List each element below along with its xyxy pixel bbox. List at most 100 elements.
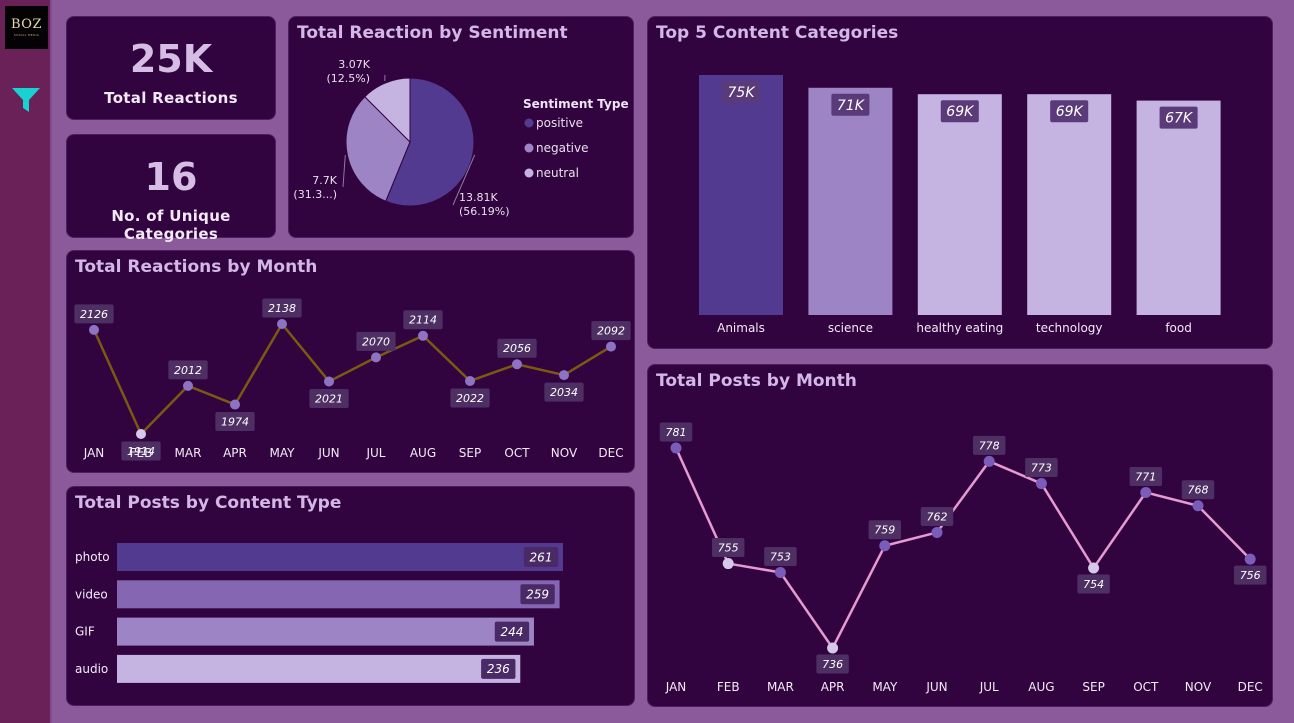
reactions-month-label-5: JUN <box>317 446 339 460</box>
reactions-month-label-3: APR <box>223 446 247 460</box>
reactions-month-label-8: SEP <box>459 446 481 460</box>
posts-month-label-10: NOV <box>1185 680 1212 694</box>
hbar-category-label-1: video <box>75 587 108 601</box>
reactions-value-label-9: 2056 <box>503 342 531 355</box>
reactions-month-label-0: JAN <box>83 446 105 460</box>
posts-value-label-6: 778 <box>979 439 1000 452</box>
hbar-category-label-2: GIF <box>75 625 95 639</box>
reactions-month-label-4: MAY <box>270 446 296 460</box>
reactions-value-label-11: 2092 <box>597 325 625 338</box>
bar-value-label-4: 67K <box>1165 111 1194 127</box>
bar-category-2 <box>917 94 1002 315</box>
pie-pct-label-positive: (56.19%) <box>459 205 510 218</box>
reactions-month-label-11: DEC <box>598 446 623 460</box>
bar-category-3 <box>1027 94 1112 315</box>
hbar-value-label-3: 236 <box>487 662 510 676</box>
posts-point-1 <box>722 558 734 570</box>
reactions-value-label-4: 2138 <box>268 302 296 315</box>
legend-label-negative: negative <box>536 141 588 155</box>
posts-value-label-0: 781 <box>666 426 687 439</box>
filter-funnel-icon[interactable] <box>10 84 42 116</box>
posts-month-label-3: APR <box>821 680 845 694</box>
posts-point-7 <box>1035 478 1047 490</box>
reactions-point-3 <box>230 399 240 410</box>
reactions-month-label-10: NOV <box>551 446 578 460</box>
total-reactions-value: 25K <box>129 37 213 81</box>
legend-marker-negative <box>524 143 534 153</box>
posts-point-11 <box>1244 553 1256 565</box>
logo-text: BOZ <box>11 17 42 32</box>
posts-point-5 <box>931 526 943 538</box>
posts-month-label-9: OCT <box>1133 680 1159 694</box>
reactions-value-label-6: 2070 <box>362 335 390 348</box>
posts-point-0 <box>670 442 682 454</box>
posts-month-label-2: MAR <box>767 680 794 694</box>
posts-value-label-11: 756 <box>1240 569 1261 582</box>
bar-value-label-3: 69K <box>1056 104 1085 120</box>
top-categories-bar-chart: 75K Animals 71K science 69K healthy eating 69K… <box>699 75 1221 335</box>
posts-month-label-6: JUL <box>979 680 999 694</box>
posts-point-3 <box>827 642 839 654</box>
legend-marker-positive <box>524 118 534 128</box>
reactions-point-9 <box>512 359 522 370</box>
unique-categories-label: No. of Unique Categories <box>111 207 231 243</box>
reactions-point-2 <box>183 380 193 391</box>
reactions-month-label-2: MAR <box>175 446 202 460</box>
legend-title: Sentiment Type <box>523 97 629 111</box>
brand-logo[interactable]: BOZ SOCIAL MEDIA <box>5 6 48 49</box>
hbar-category-label-0: photo <box>75 550 110 564</box>
reactions-value-label-5: 2021 <box>315 392 343 405</box>
reactions-by-month-line-chart: 2126JAN 1914FEB2012MAR1974APR2138MAY2021J… <box>74 298 631 461</box>
legend-marker-neutral <box>524 168 534 178</box>
posts-point-2 <box>774 566 786 578</box>
posts-point-4 <box>879 540 891 552</box>
reactions-point-7 <box>418 330 428 341</box>
posts-point-6 <box>983 455 995 467</box>
sentiment-pie-chart: Sentiment Type 13.81K(56.19%) 7.7K(31.3..… <box>293 58 629 218</box>
posts-value-label-1: 755 <box>718 542 739 555</box>
reactions-value-label-3: 1974 <box>221 415 249 428</box>
logo-subtext: SOCIAL MEDIA <box>13 33 40 37</box>
pie-leader-negative <box>342 154 346 188</box>
hbar-value-label-2: 244 <box>500 625 523 639</box>
pie-value-label-negative: 7.7K <box>312 174 337 187</box>
posts-value-label-7: 773 <box>1031 462 1052 475</box>
reactions-month-label-6: JUL <box>365 446 385 460</box>
bar-category-label-0: Animals <box>717 321 765 335</box>
posts-by-content-type-bar-chart: photo 261 video 259 GIF 244 audio 236 <box>75 543 563 683</box>
posts-month-label-7: AUG <box>1028 680 1054 694</box>
pie-value-label-neutral: 3.07K <box>338 58 370 71</box>
posts-value-label-3: 736 <box>822 658 843 671</box>
kpi-total-reactions-card: 25K Total Reactions <box>66 16 276 120</box>
reactions-point-5 <box>324 376 334 387</box>
bar-value-label-0: 75K <box>728 85 757 101</box>
posts-month-label-1: FEB <box>717 680 740 694</box>
reactions-value-label-10: 2034 <box>550 386 578 399</box>
pie-pct-label-neutral: (12.5%) <box>326 72 370 85</box>
posts-value-label-8: 754 <box>1083 578 1104 591</box>
posts-by-month-card: Total Posts by Month 781 JAN 755 FEB 753 MAR 7… <box>647 364 1273 707</box>
sentiment-pie-card: Total Reaction by Sentiment Sentiment Ty… <box>288 16 634 238</box>
bar-value-label-2: 69K <box>946 104 975 120</box>
pie-value-label-positive: 13.81K <box>459 191 498 204</box>
hbar-video <box>117 580 560 609</box>
reactions-value-label-7: 2114 <box>409 314 437 327</box>
hbar-value-label-0: 261 <box>530 550 553 564</box>
reactions-value-label-8: 2022 <box>456 392 484 405</box>
posts-line <box>674 447 1252 651</box>
unique-categories-value: 16 <box>144 155 198 199</box>
posts-by-month-line-chart: 781 JAN 755 FEB 753 MAR 736 APR 759 MAY 762 JUN 778 J… <box>659 422 1267 694</box>
reactions-month-label-1: FEB <box>130 446 153 460</box>
reactions-point-6 <box>371 352 381 363</box>
hbar-category-label-3: audio <box>75 662 108 676</box>
reactions-value-label-0: 2126 <box>80 308 108 321</box>
posts-point-10 <box>1192 500 1204 512</box>
posts-value-label-10: 768 <box>1188 484 1209 497</box>
posts-point-9 <box>1140 486 1152 498</box>
posts-month-label-5: JUN <box>925 680 947 694</box>
reactions-point-10 <box>559 370 569 381</box>
legend-label-neutral: neutral <box>536 166 579 180</box>
bar-category-4 <box>1136 100 1221 315</box>
posts-value-label-4: 759 <box>874 524 895 537</box>
bar-category-label-2: healthy eating <box>916 321 1003 335</box>
